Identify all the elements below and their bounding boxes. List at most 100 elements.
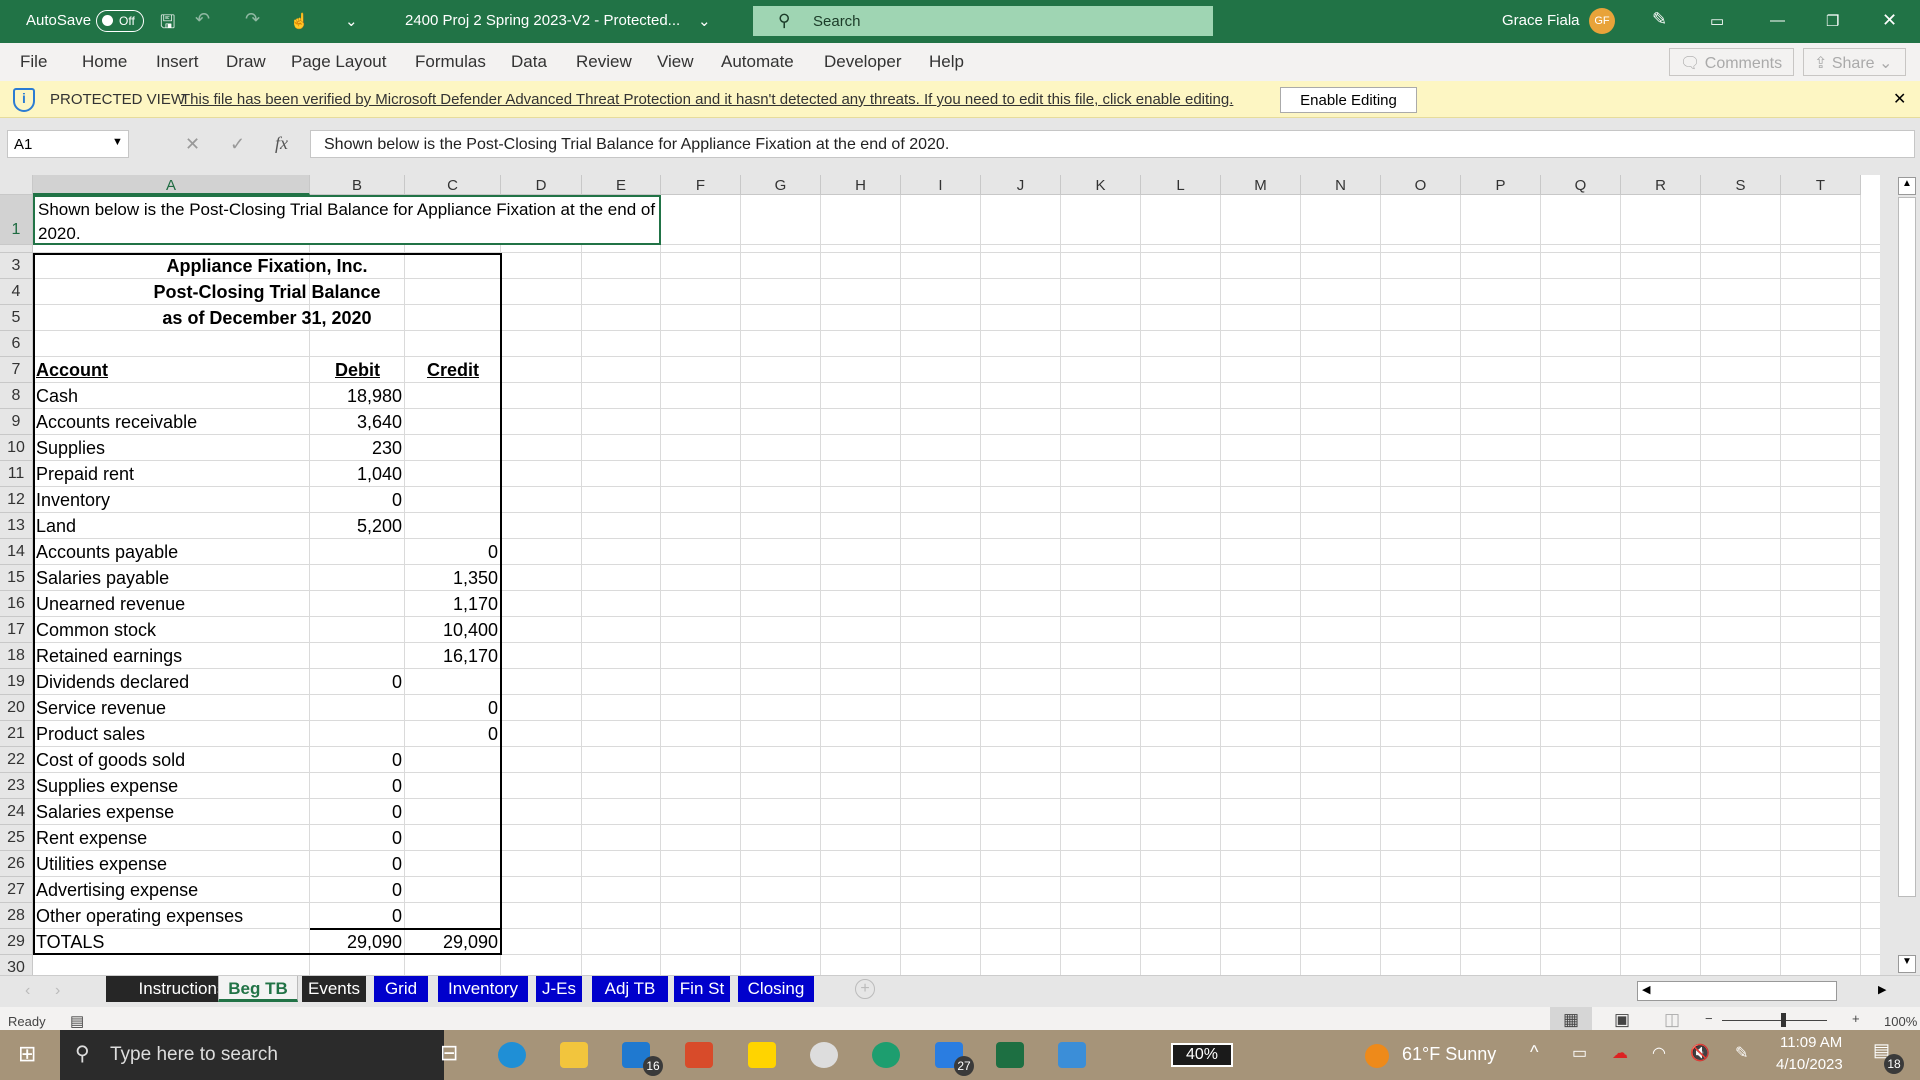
account-name[interactable]: Utilities expense <box>33 851 310 877</box>
select-all-corner[interactable] <box>0 175 33 195</box>
chevron-down-icon[interactable]: ▼ <box>112 136 123 148</box>
ribbon-display-icon[interactable]: ▭ <box>1710 12 1724 30</box>
credit-amount[interactable]: 16,170 <box>405 643 501 669</box>
row-header-19[interactable]: 19 <box>0 669 33 695</box>
company-name[interactable]: Appliance Fixation, Inc. <box>33 253 501 279</box>
debit-amount[interactable]: 0 <box>310 747 405 773</box>
account-name[interactable]: Supplies expense <box>33 773 310 799</box>
close-icon[interactable]: ✕ <box>1893 89 1906 109</box>
row-header-9[interactable]: 9 <box>0 409 33 435</box>
accessibility-icon[interactable]: ▤ <box>70 1012 84 1030</box>
sheet-tab-closing[interactable]: Closing <box>738 976 814 1002</box>
account-name[interactable]: Rent expense <box>33 825 310 851</box>
row-header-13[interactable]: 13 <box>0 513 33 539</box>
sheet-tab-fin-st[interactable]: Fin St <box>674 976 730 1002</box>
row-header-2[interactable] <box>0 245 33 253</box>
debit-amount[interactable] <box>310 721 405 747</box>
column-header-B[interactable]: B <box>310 175 405 195</box>
scroll-thumb[interactable] <box>1898 197 1916 897</box>
row-header-6[interactable]: 6 <box>0 331 33 357</box>
scroll-left-icon[interactable]: ◀ <box>1642 983 1650 996</box>
zoom-slider-thumb[interactable] <box>1781 1013 1786 1027</box>
debit-amount[interactable] <box>310 643 405 669</box>
account-name[interactable]: Advertising expense <box>33 877 310 903</box>
menu-home[interactable]: Home <box>82 52 127 72</box>
clock-date[interactable]: 4/10/2023 <box>1776 1056 1843 1073</box>
account-name[interactable]: Inventory <box>33 487 310 513</box>
row-header-12[interactable]: 12 <box>0 487 33 513</box>
weather-icon[interactable] <box>1365 1044 1389 1068</box>
debit-amount[interactable] <box>310 695 405 721</box>
menu-formulas[interactable]: Formulas <box>415 52 486 72</box>
sheet-tab-j-es[interactable]: J-Es <box>536 976 582 1002</box>
row-header-26[interactable]: 26 <box>0 851 33 877</box>
debit-amount[interactable]: 230 <box>310 435 405 461</box>
enable-editing-button[interactable]: Enable Editing <box>1280 87 1417 113</box>
row-header-23[interactable]: 23 <box>0 773 33 799</box>
insert-function-icon[interactable]: fx <box>275 133 288 154</box>
menu-review[interactable]: Review <box>576 52 632 72</box>
account-name[interactable]: Unearned revenue <box>33 591 310 617</box>
zoom-level[interactable]: 100% <box>1884 1014 1917 1029</box>
column-header-M[interactable]: M <box>1221 175 1301 195</box>
clock-icon[interactable] <box>810 1042 838 1068</box>
account-name[interactable]: Cash <box>33 383 310 409</box>
row-header-4[interactable]: 4 <box>0 279 33 305</box>
debit-amount[interactable]: 18,980 <box>310 383 405 409</box>
header-credit[interactable]: Credit <box>405 357 501 383</box>
row-header-22[interactable]: 22 <box>0 747 33 773</box>
menu-automate[interactable]: Automate <box>721 52 794 72</box>
column-header-D[interactable]: D <box>501 175 582 195</box>
column-header-K[interactable]: K <box>1061 175 1141 195</box>
account-name[interactable]: Product sales <box>33 721 310 747</box>
debit-amount[interactable]: 0 <box>310 773 405 799</box>
row-header-11[interactable]: 11 <box>0 461 33 487</box>
column-header-R[interactable]: R <box>1621 175 1701 195</box>
account-name[interactable]: Salaries expense <box>33 799 310 825</box>
weather-text[interactable]: 61°F Sunny <box>1402 1044 1496 1065</box>
new-sheet-icon[interactable]: + <box>855 979 875 999</box>
credit-amount[interactable] <box>405 461 501 487</box>
account-name[interactable]: Other operating expenses <box>33 903 310 929</box>
debit-amount[interactable] <box>310 565 405 591</box>
account-name[interactable]: Accounts receivable <box>33 409 310 435</box>
report-date[interactable]: as of December 31, 2020 <box>33 305 501 331</box>
edge-dev-icon[interactable] <box>872 1042 900 1068</box>
sticky-notes-icon[interactable] <box>748 1042 776 1068</box>
customize-toolbar-icon[interactable]: ⌄ <box>345 12 358 30</box>
column-header-P[interactable]: P <box>1461 175 1541 195</box>
debit-amount[interactable]: 3,640 <box>310 409 405 435</box>
account-name[interactable]: Dividends declared <box>33 669 310 695</box>
credit-amount[interactable]: 0 <box>405 721 501 747</box>
debit-amount[interactable]: 0 <box>310 825 405 851</box>
worksheet-grid[interactable]: A B C D E F G H I J K L M N O P Q R S T 1 3 4 5 6 7 8 9 10 11 12 13 14 15… <box>0 175 1880 981</box>
column-header-H[interactable]: H <box>821 175 901 195</box>
debit-amount[interactable] <box>310 617 405 643</box>
menu-page-layout[interactable]: Page Layout <box>291 52 386 72</box>
credit-amount[interactable]: 1,170 <box>405 591 501 617</box>
totals-label[interactable]: TOTALS <box>33 929 310 955</box>
row-header-29[interactable]: 29 <box>0 929 33 955</box>
edge-icon[interactable] <box>498 1042 526 1068</box>
pen-icon[interactable]: ✎ <box>1652 9 1667 30</box>
column-header-O[interactable]: O <box>1381 175 1461 195</box>
column-header-A[interactable]: A <box>33 175 310 195</box>
debit-amount[interactable]: 0 <box>310 487 405 513</box>
row-header-16[interactable]: 16 <box>0 591 33 617</box>
meet-icon[interactable]: ▭ <box>1572 1043 1587 1063</box>
search-box[interactable]: ⚲ Search <box>753 6 1213 36</box>
app-icon[interactable] <box>685 1042 713 1068</box>
column-header-Q[interactable]: Q <box>1541 175 1621 195</box>
scroll-up-icon[interactable]: ▲ <box>1898 177 1916 195</box>
menu-view[interactable]: View <box>657 52 694 72</box>
row-header-28[interactable]: 28 <box>0 903 33 929</box>
close-icon[interactable]: ✕ <box>1882 10 1897 31</box>
scroll-tabs-left-icon[interactable]: ‹ <box>25 982 30 1000</box>
debit-amount[interactable]: 0 <box>310 903 405 929</box>
credit-amount[interactable]: 0 <box>405 539 501 565</box>
onedrive-error-icon[interactable]: ☁ <box>1612 1043 1628 1063</box>
menu-developer[interactable]: Developer <box>824 52 902 72</box>
debit-amount[interactable]: 0 <box>310 877 405 903</box>
battery-indicator[interactable]: 40% <box>1171 1043 1233 1067</box>
credit-amount[interactable]: 1,350 <box>405 565 501 591</box>
